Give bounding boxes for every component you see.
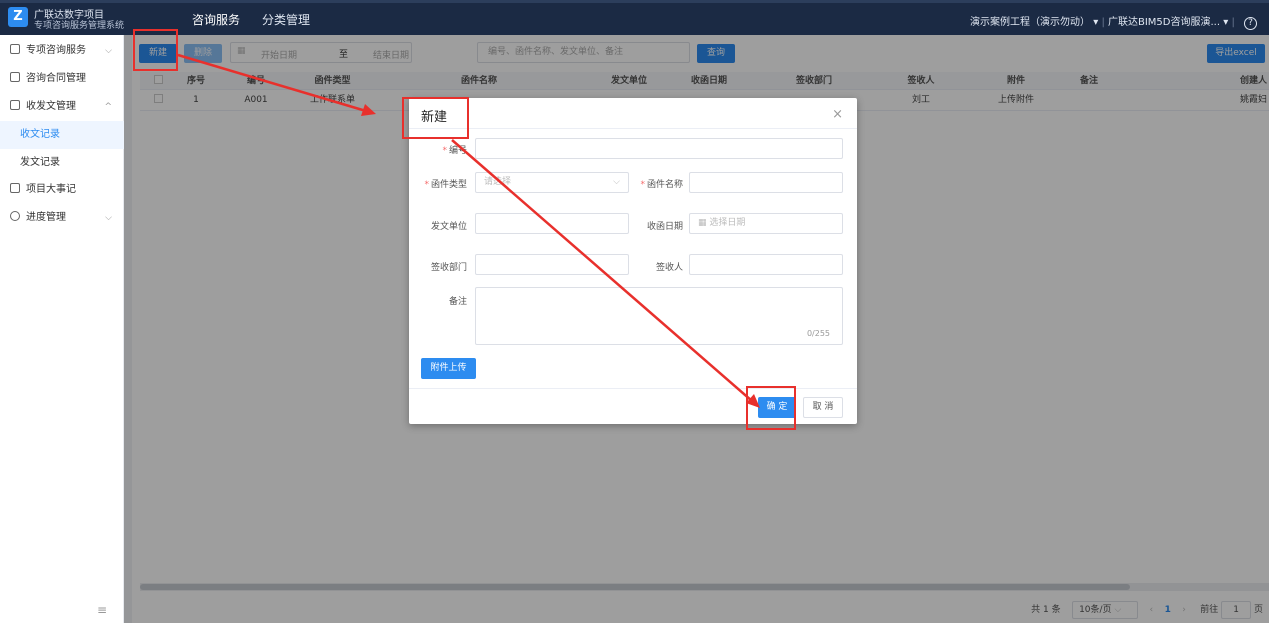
remark-textarea[interactable]: 0/255 (475, 287, 843, 345)
sidebar-item-document-management[interactable]: 收发文管理 ^ (0, 93, 124, 121)
remark-label: 备注 (448, 297, 467, 307)
upload-attachment-button[interactable]: 附件上传 (421, 358, 476, 379)
app-logo-icon: Z (8, 7, 28, 27)
signer-input[interactable] (689, 254, 843, 275)
org-selector[interactable]: 广联达BIM5D咨询服演... (1108, 17, 1220, 28)
remark-char-counter: 0/255 (806, 329, 830, 338)
clock-icon (10, 211, 20, 221)
top-bar: Z 广联达数字项目 专项咨询服务管理系统 咨询服务 分类管理 演示案例工程（演示… (0, 0, 1269, 37)
sender-input[interactable] (475, 213, 629, 234)
nav-consulting-service[interactable]: 咨询服务 (192, 11, 240, 28)
signer-label: 签收人 (655, 263, 683, 273)
sidebar-item-label: 项目大事记 (26, 184, 76, 195)
date-input[interactable]: ▦ 选择日期 (689, 213, 843, 234)
type-select[interactable]: 请选择 ⌵ (475, 172, 629, 193)
project-selector[interactable]: 演示案例工程（演示勿动） (970, 17, 1090, 28)
chevron-up-icon: ^ (104, 102, 112, 112)
sidebar-item-special-consulting[interactable]: 专项咨询服务 ⌵ (0, 37, 124, 65)
calendar-icon: ▦ (698, 218, 710, 228)
contract-icon (10, 72, 20, 82)
chevron-down-icon: ⌵ (105, 46, 112, 56)
code-input[interactable] (475, 138, 843, 159)
type-select-placeholder: 请选择 (484, 177, 512, 187)
name-input[interactable] (689, 172, 843, 193)
date-label: 收函日期 (646, 222, 683, 232)
chevron-down-icon: ⌵ (613, 177, 620, 187)
top-right-area: 演示案例工程（演示勿动） ▾ | 广联达BIM5D咨询服演... ▾ | ? (970, 13, 1257, 30)
calendar-icon (10, 183, 20, 193)
annotation-box-dialog-title (402, 97, 469, 139)
sidebar-item-label: 收发文管理 (26, 101, 76, 112)
dept-label: 签收部门 (430, 263, 467, 273)
new-record-dialog: 新建 × * 编号 * 函件类型 请选择 ⌵ * 函件名称 发文单位 收函日期 ▦ 选择… (409, 98, 857, 424)
close-icon[interactable]: × (832, 107, 843, 122)
name-label: * 函件名称 (640, 180, 683, 190)
menu-collapse-icon[interactable]: ≡ (97, 603, 107, 617)
dept-input[interactable] (475, 254, 629, 275)
dialog-header-divider (409, 128, 857, 129)
sidebar: 专项咨询服务 ⌵ 咨询合同管理 收发文管理 ^ 收文记录 发文记录 项目大事记 … (0, 35, 124, 623)
help-icon[interactable]: ? (1244, 17, 1257, 30)
sidebar-item-label: 专项咨询服务 (26, 45, 86, 56)
chevron-down-icon: ⌵ (105, 213, 112, 223)
sidebar-item-received-records[interactable]: 收文记录 (0, 121, 124, 149)
sidebar-item-label: 进度管理 (26, 212, 66, 223)
folder-icon (10, 100, 20, 110)
sender-label: 发文单位 (430, 222, 467, 232)
cancel-button[interactable]: 取 消 (803, 397, 843, 418)
sidebar-item-progress-management[interactable]: 进度管理 ⌵ (0, 204, 124, 232)
date-input-placeholder: 选择日期 (709, 218, 746, 228)
sidebar-item-contract-management[interactable]: 咨询合同管理 (0, 65, 124, 93)
sidebar-item-sent-records[interactable]: 发文记录 (0, 149, 124, 177)
annotation-box-new-button (133, 29, 178, 71)
type-label: * 函件类型 (424, 180, 467, 190)
sidebar-item-label: 咨询合同管理 (26, 73, 86, 84)
annotation-box-confirm-button (746, 386, 796, 430)
sidebar-item-project-events[interactable]: 项目大事记 (0, 176, 124, 204)
code-label: * 编号 (442, 146, 467, 156)
nav-category-management[interactable]: 分类管理 (262, 11, 310, 28)
document-icon (10, 44, 20, 54)
brand-subtitle: 专项咨询服务管理系统 (34, 21, 125, 31)
